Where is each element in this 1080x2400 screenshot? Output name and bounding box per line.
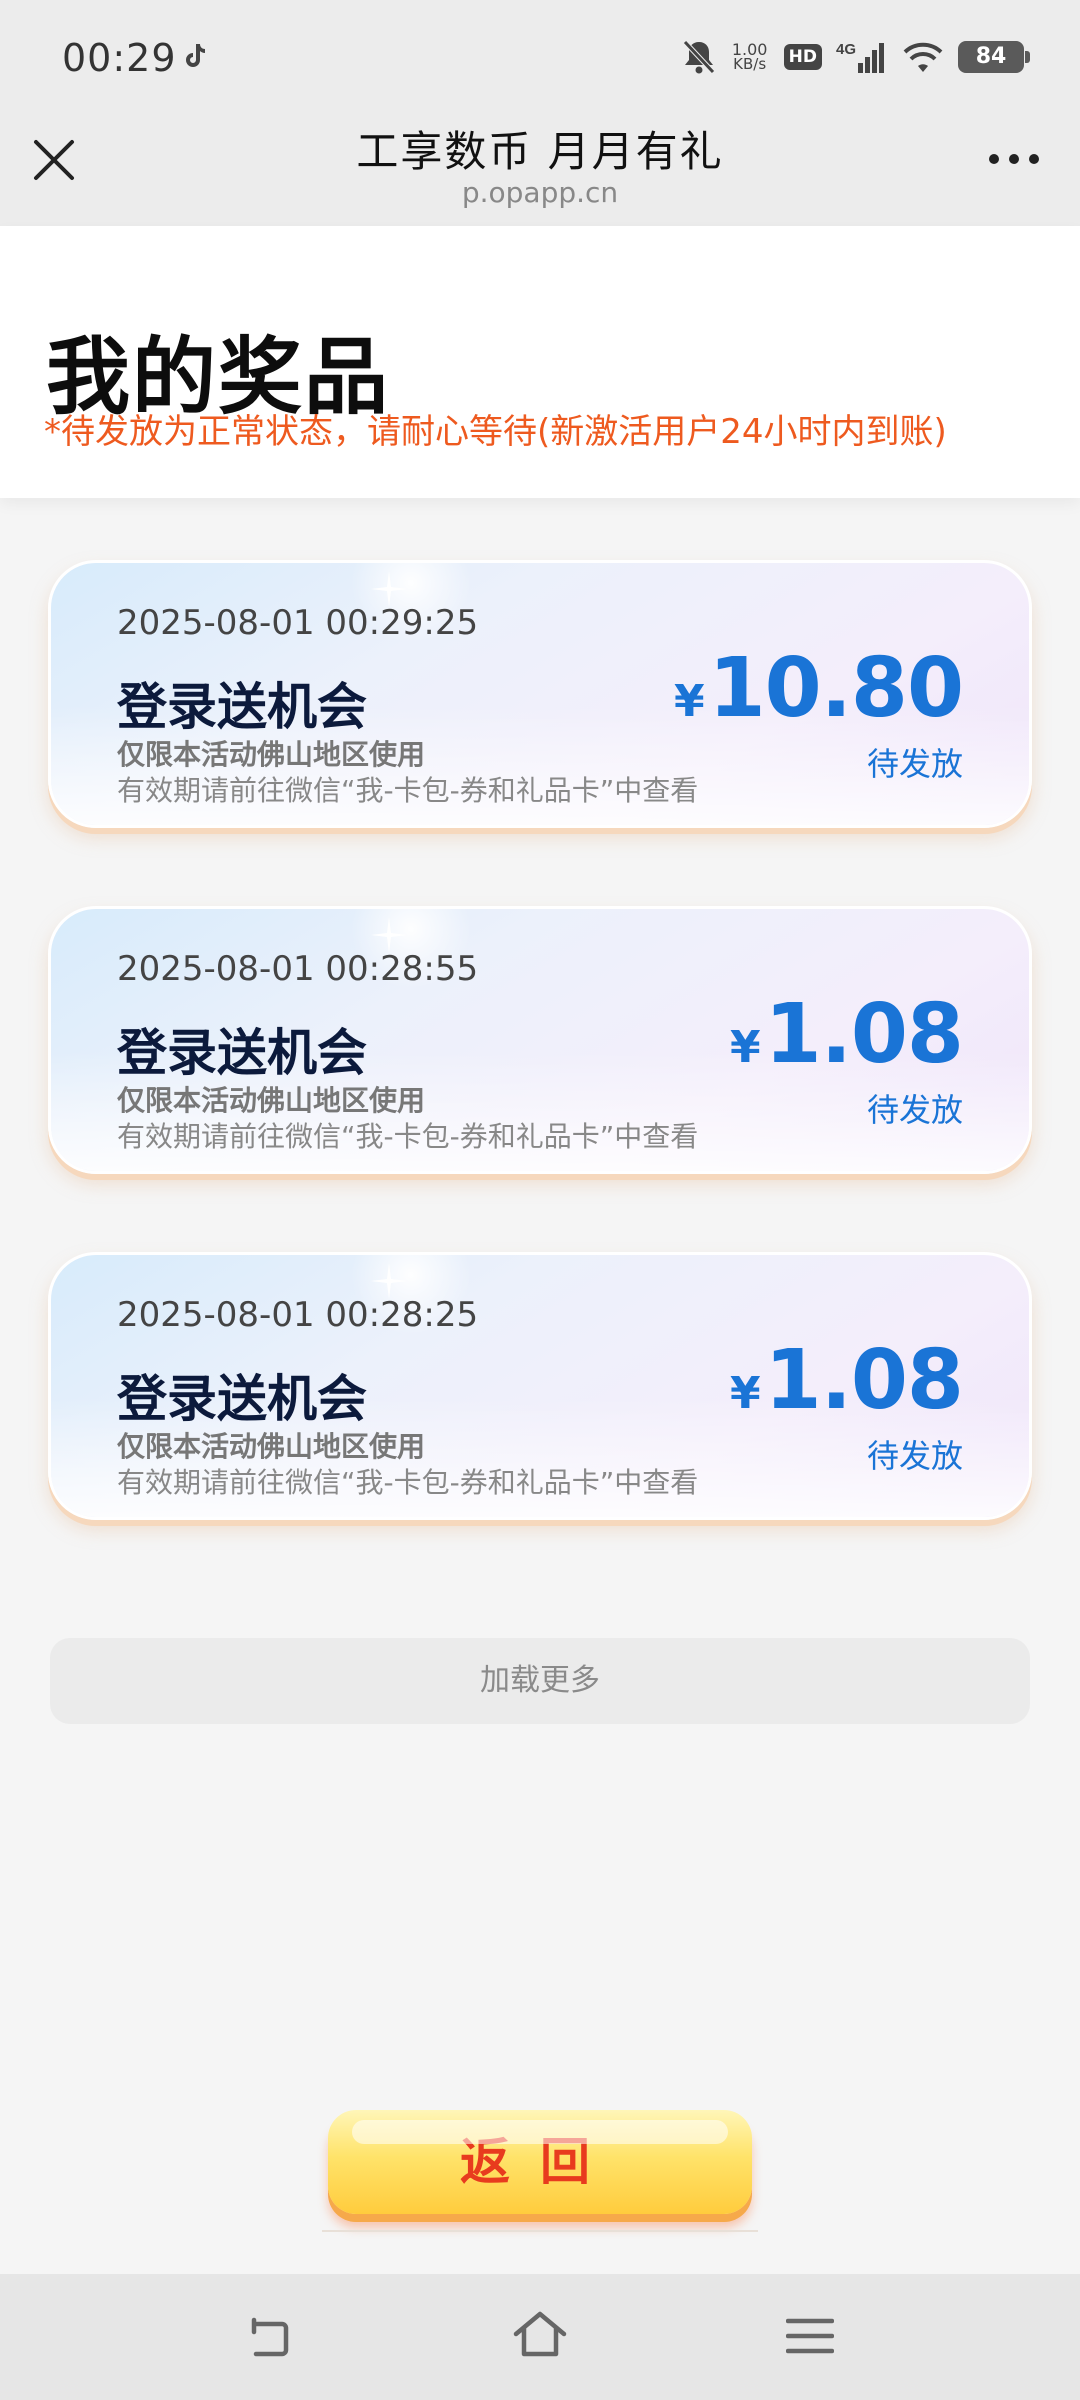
prize-validity: 有效期请前往微信“我-卡包-券和礼品卡”中查看	[117, 1466, 699, 1499]
page-domain: p.opapp.cn	[461, 176, 619, 209]
nav-menu-icon[interactable]	[786, 2316, 834, 2356]
sparkle-icon	[371, 571, 407, 607]
title-bar: 工享数币 月月有礼 p.opapp.cn	[0, 118, 1080, 226]
prize-date: 2025-08-01 00:29:25	[117, 603, 479, 643]
prize-status: 待发放	[866, 1437, 963, 1475]
prize-name: 登录送机会	[117, 678, 367, 736]
sparkle-icon	[371, 1263, 407, 1299]
divider	[322, 2230, 758, 2232]
prize-name: 登录送机会	[117, 1024, 367, 1082]
prize-status: 待发放	[866, 1091, 963, 1129]
prize-name: 登录送机会	[117, 1370, 367, 1428]
prize-amount: ¥ 1.08	[730, 1333, 964, 1428]
prize-scope: 仅限本活动佛山地区使用	[117, 1430, 426, 1463]
prize-scope: 仅限本活动佛山地区使用	[117, 738, 426, 771]
sparkle-icon	[371, 917, 407, 953]
prize-card[interactable]: 2025-08-01 00:28:55 登录送机会 仅限本活动佛山地区使用 有效…	[48, 906, 1032, 1174]
speed-unit: KB/s	[733, 55, 767, 73]
hd-badge: HD	[783, 44, 822, 70]
prize-amount: ¥ 10.80	[674, 641, 964, 736]
battery-icon: 84	[958, 41, 1030, 73]
prize-validity: 有效期请前往微信“我-卡包-券和礼品卡”中查看	[117, 774, 699, 807]
status-time: 00:29	[62, 36, 177, 80]
network-speed: 1.00 KB/s	[730, 42, 770, 73]
amount-value: 10.80	[708, 641, 964, 736]
load-more-button[interactable]: 加载更多	[50, 1638, 1030, 1724]
prize-date: 2025-08-01 00:28:25	[117, 1295, 479, 1335]
amount-value: 1.08	[764, 987, 964, 1082]
currency-symbol: ¥	[730, 1368, 761, 1419]
status-bar: 00:29 1.00 KB/s HD 4G 84	[0, 0, 1080, 118]
prize-card[interactable]: 2025-08-01 00:28:25 登录送机会 仅限本活动佛山地区使用 有效…	[48, 1252, 1032, 1520]
header-card: 我的奖品 *待发放为正常状态，请耐心等待(新激活用户24小时内到账)	[0, 226, 1080, 498]
system-nav-bar	[0, 2274, 1080, 2400]
signal-icon: 4G	[836, 41, 884, 73]
currency-symbol: ¥	[730, 1022, 761, 1073]
pending-notice: *待发放为正常状态，请耐心等待(新激活用户24小时内到账)	[44, 412, 947, 452]
more-icon[interactable]	[984, 144, 1044, 174]
tiktok-icon	[186, 44, 205, 67]
mute-icon	[682, 40, 715, 74]
page-title-main: 工享数币 月月有礼	[356, 127, 724, 176]
wifi-icon	[903, 42, 943, 72]
currency-symbol: ¥	[674, 676, 705, 727]
nav-home-icon[interactable]	[512, 2308, 568, 2362]
prize-amount: ¥ 1.08	[730, 987, 964, 1082]
nav-back-icon[interactable]	[244, 2312, 294, 2362]
prize-card[interactable]: 2025-08-01 00:29:25 登录送机会 仅限本活动佛山地区使用 有效…	[48, 560, 1032, 828]
prize-scope: 仅限本活动佛山地区使用	[117, 1084, 426, 1117]
amount-value: 1.08	[764, 1333, 964, 1428]
network-label: 4G	[836, 41, 856, 58]
back-button[interactable]: 返回	[328, 2110, 752, 2214]
prize-validity: 有效期请前往微信“我-卡包-券和礼品卡”中查看	[117, 1120, 699, 1153]
prize-status: 待发放	[866, 745, 963, 783]
prize-date: 2025-08-01 00:28:55	[117, 949, 479, 989]
